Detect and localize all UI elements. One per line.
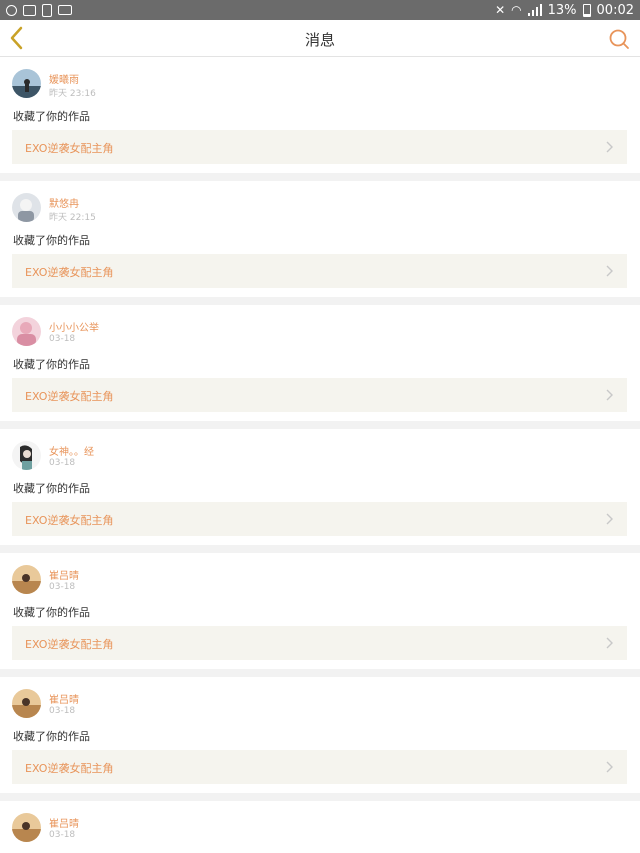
avatar[interactable] (12, 317, 41, 346)
work-title: EXO逆袭女配主角 (25, 142, 114, 155)
work-link[interactable]: EXO逆袭女配主角 (12, 254, 627, 288)
work-title: EXO逆袭女配主角 (25, 390, 114, 403)
work-title: EXO逆袭女配主角 (25, 638, 114, 651)
work-link[interactable]: EXO逆袭女配主角 (12, 502, 627, 536)
message-card: 崔吕晴 03-18 收藏了你的作品 EXO逆袭女配主角 (0, 677, 640, 793)
status-icons-right: ✕ ◠ 13% 00:02 (495, 1, 634, 19)
message-card: 默悠冉 昨天 22:15 收藏了你的作品 EXO逆袭女配主角 (0, 181, 640, 297)
avatar[interactable] (12, 193, 41, 222)
message-time: 昨天 22:15 (49, 213, 96, 223)
chevron-right-icon (606, 513, 613, 525)
app-header: 消息 (0, 20, 640, 57)
message-card: 崔吕晴 03-18 收藏了你的作品 EXO逆袭女配主角 (0, 553, 640, 669)
battery-percent: 13% (547, 2, 577, 18)
search-icon[interactable] (608, 28, 630, 50)
wifi-icon: ◠ (511, 3, 522, 17)
message-action: 收藏了你的作品 (13, 110, 90, 123)
work-title: EXO逆袭女配主角 (25, 762, 114, 775)
battery-icon (582, 3, 591, 17)
chevron-right-icon (606, 265, 613, 277)
chevron-right-icon (606, 637, 613, 649)
message-action: 收藏了你的作品 (13, 234, 90, 247)
work-link[interactable]: EXO逆袭女配主角 (12, 378, 627, 412)
chevron-right-icon (606, 389, 613, 401)
work-link[interactable]: EXO逆袭女配主角 (12, 750, 627, 784)
status-bar: ✕ ◠ 13% 00:02 (0, 0, 640, 20)
minus-circle-icon (6, 4, 17, 16)
user-name[interactable]: 崔吕晴 (49, 567, 79, 582)
chevron-right-icon (606, 761, 613, 773)
message-time: 03-18 (49, 334, 76, 344)
user-name[interactable]: 小小小公举 (49, 319, 99, 334)
message-action: 收藏了你的作品 (13, 482, 90, 495)
page-title: 消息 (304, 31, 335, 49)
message-card: 小小小公举 03-18 收藏了你的作品 EXO逆袭女配主角 (0, 305, 640, 421)
avatar[interactable] (12, 69, 41, 98)
user-name[interactable]: 媛曦雨 (49, 71, 79, 86)
message-card: 媛曦雨 昨天 23:16 收藏了你的作品 EXO逆袭女配主角 (0, 57, 640, 173)
avatar[interactable] (12, 813, 41, 842)
chevron-right-icon (606, 141, 613, 153)
message-card: 崔吕晴 03-18 (0, 801, 640, 853)
work-link[interactable]: EXO逆袭女配主角 (12, 626, 627, 660)
clock: 00:02 (596, 2, 634, 18)
work-title: EXO逆袭女配主角 (25, 266, 114, 279)
message-time: 03-18 (49, 706, 76, 716)
mute-icon: ✕ (495, 3, 506, 17)
avatar[interactable] (12, 689, 41, 718)
clipboard-icon (42, 3, 52, 17)
message-time: 03-18 (49, 830, 76, 840)
message-time: 03-18 (49, 582, 76, 592)
screen-icon (23, 4, 36, 16)
message-action: 收藏了你的作品 (13, 358, 90, 371)
user-name[interactable]: 崔吕晴 (49, 691, 79, 706)
message-card: 女神。。经 03-18 收藏了你的作品 EXO逆袭女配主角 (0, 429, 640, 545)
avatar[interactable] (12, 441, 41, 470)
user-name[interactable]: 女神。。经 (49, 443, 94, 458)
work-title: EXO逆袭女配主角 (25, 514, 114, 527)
avatar[interactable] (12, 565, 41, 594)
message-time: 昨天 23:16 (49, 89, 96, 99)
message-time: 03-18 (49, 458, 76, 468)
signal-icon (527, 4, 542, 16)
message-list: 媛曦雨 昨天 23:16 收藏了你的作品 EXO逆袭女配主角 默悠冉 昨天 22… (0, 57, 640, 853)
sim-icon (58, 5, 72, 15)
work-link[interactable]: EXO逆袭女配主角 (12, 130, 627, 164)
user-name[interactable]: 崔吕晴 (49, 815, 79, 830)
user-name[interactable]: 默悠冉 (49, 195, 79, 210)
status-icons-left (6, 3, 72, 17)
message-action: 收藏了你的作品 (13, 606, 90, 619)
message-action: 收藏了你的作品 (13, 730, 90, 743)
